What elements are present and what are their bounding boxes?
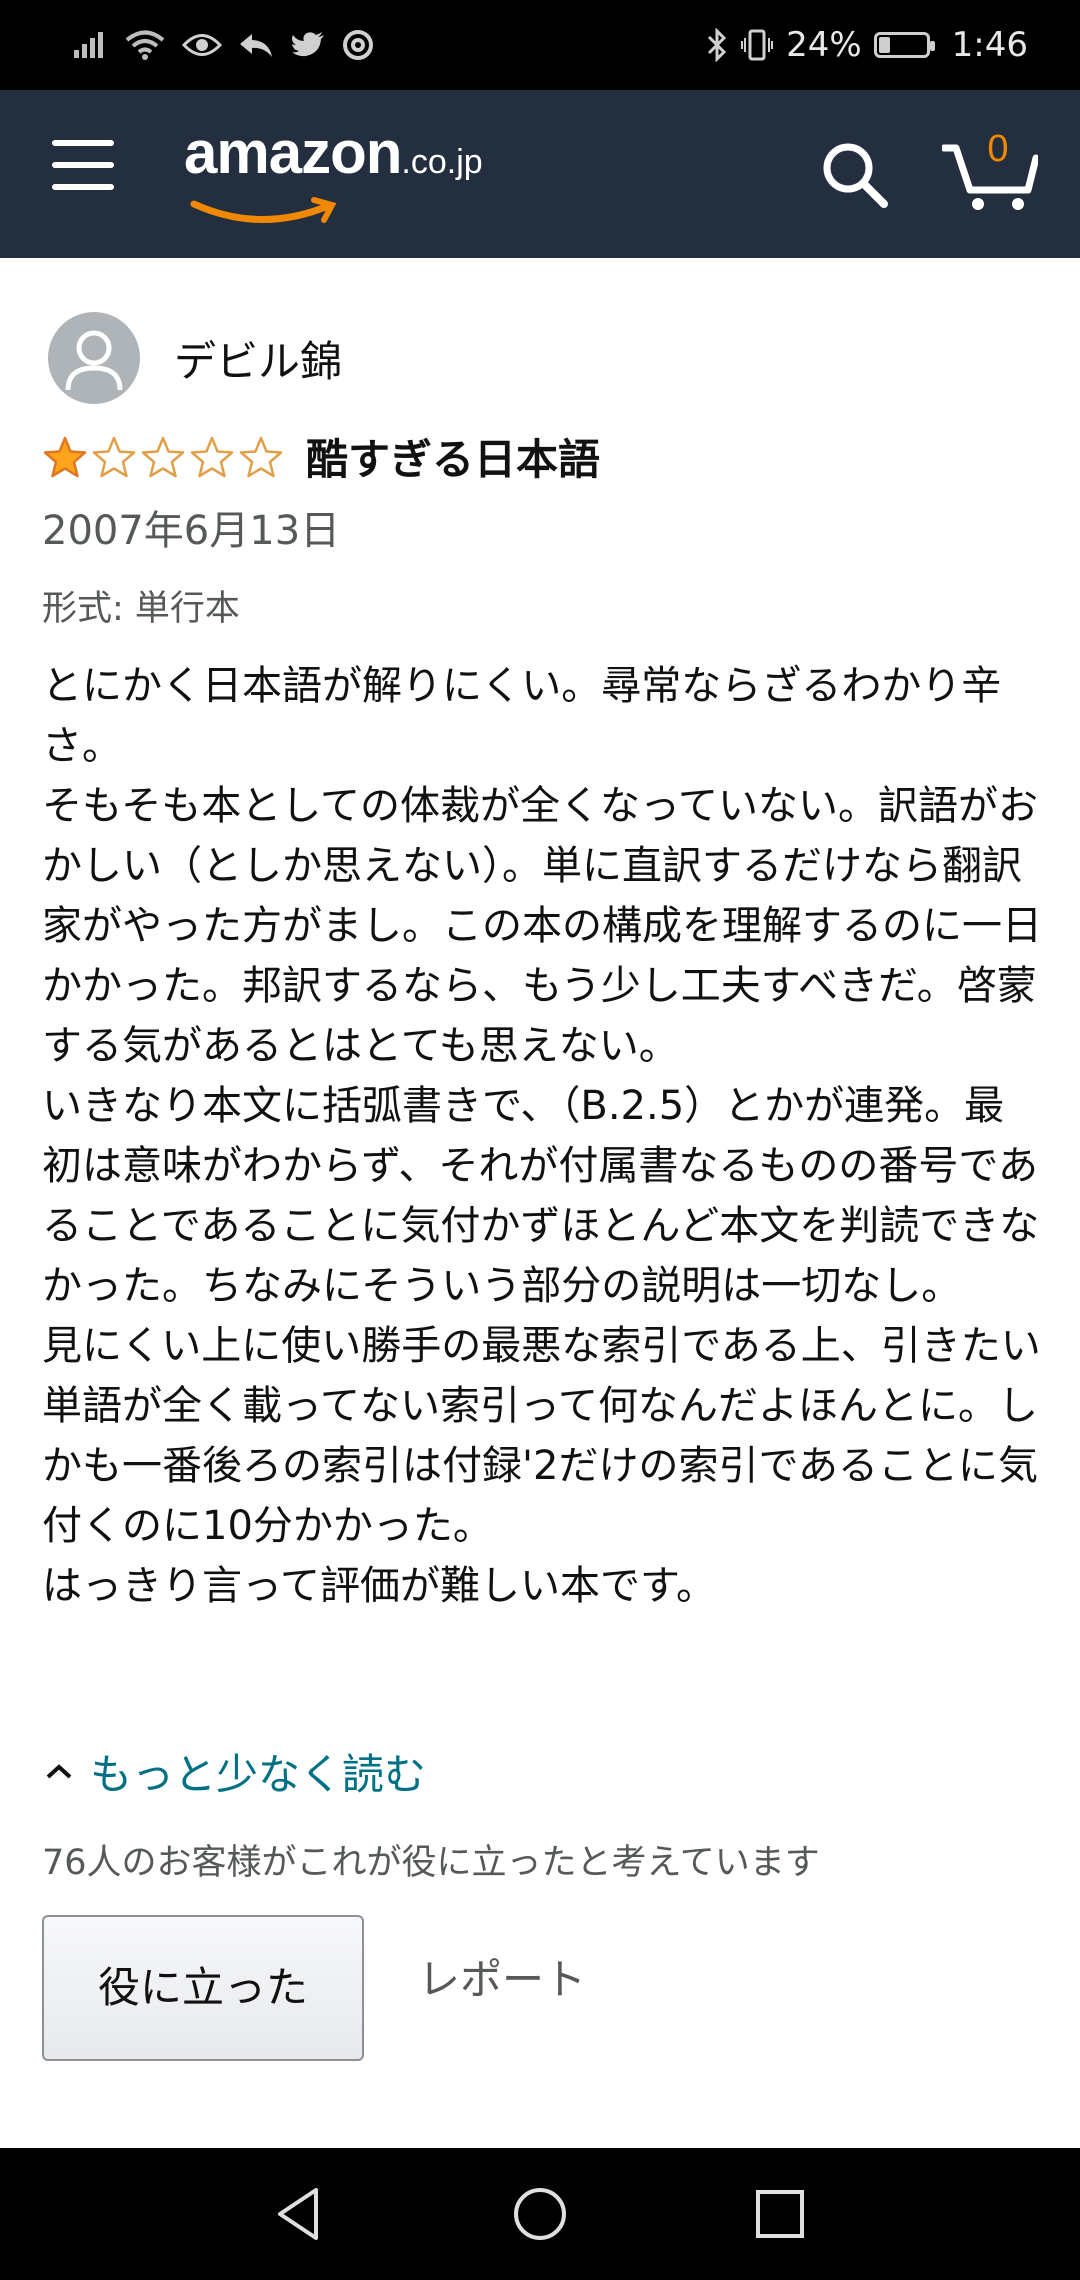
eye-icon (182, 30, 222, 60)
review-paragraph: そもそも本としての体裁が全くなっていない。訳語がおかしい（としか思えない）。単に… (42, 783, 1042, 1069)
menu-icon[interactable] (52, 140, 116, 192)
wifi-icon (124, 29, 166, 61)
system-nav-bar (0, 2148, 1080, 2280)
rating-row: 酷すぎる日本語 (42, 426, 600, 487)
review-paragraph: いきなり本文に括弧書きで、（B.2.5）とかが連発。最初は意味がわからず、それが… (42, 1083, 1040, 1309)
back-icon[interactable] (268, 2182, 332, 2246)
home-icon[interactable] (508, 2182, 572, 2246)
report-link[interactable]: レポート (418, 1946, 586, 2007)
vibrate-icon (740, 28, 774, 62)
battery-icon (873, 32, 935, 58)
smile-arrow-icon (190, 197, 337, 223)
reviewer-profile[interactable]: デビル錦 (48, 312, 342, 404)
status-icons-left (72, 29, 374, 61)
review-paragraph: とにかく日本語が解りにくい。尋常ならざるわかり辛さ。 (42, 663, 1002, 769)
read-less-link[interactable]: もっと少なく読む (42, 1741, 426, 1802)
star-rating (42, 435, 284, 479)
review-paragraph: はっきり言って評価が難しい本です。 (42, 1563, 716, 1609)
clock: 1:46 (951, 25, 1028, 65)
star-empty-icon (140, 435, 186, 479)
star-filled-icon (42, 435, 88, 479)
status-bar: 24% 1:46 (0, 0, 1080, 90)
review-format: 形式: 単行本 (42, 589, 240, 629)
app-header: amazon.co.jp 0 (0, 90, 1080, 258)
recents-icon[interactable] (748, 2182, 812, 2246)
battery-percent: 24% (786, 25, 862, 65)
reply-icon (238, 30, 274, 60)
chevron-up-icon (46, 1763, 72, 1778)
review-body: とにかく日本語が解りにくい。尋常ならざるわかり辛さ。 そもそも本としての体裁が全… (42, 656, 1042, 1616)
amazon-logo[interactable]: amazon.co.jp (184, 118, 483, 228)
screen: 24% 1:46 amazon.co.jp 0 デビル錦 酷すぎる日本語 200… (0, 0, 1080, 2280)
star-empty-icon (238, 435, 284, 479)
helpful-button[interactable]: 役に立った (42, 1915, 364, 2061)
helpful-button-label: 役に立った (97, 1963, 308, 2012)
cart-count: 0 (987, 128, 1009, 170)
mention-icon (342, 29, 374, 61)
logo-tld: .co.jp (401, 143, 483, 181)
avatar-icon (48, 312, 140, 404)
review-date: 2007年6月13日 (42, 508, 341, 554)
search-icon[interactable] (820, 140, 890, 210)
read-less-label: もっと少なく読む (90, 1750, 427, 1799)
status-icons-right: 24% 1:46 (706, 25, 1028, 65)
signal-icon (72, 30, 108, 60)
helpful-count: 76人のお客様がこれが役に立ったと考えています (42, 1843, 820, 1883)
bluetooth-icon (706, 28, 728, 62)
review-title: 酷すぎる日本語 (306, 435, 601, 484)
star-empty-icon (189, 435, 235, 479)
logo-word: amazon (184, 119, 402, 186)
cart-icon[interactable]: 0 (942, 128, 1038, 214)
review-paragraph: 見にくい上に使い勝手の最悪な索引である上、引きたい単語が全く載ってない索引って何… (42, 1323, 1041, 1549)
battery-level (878, 37, 890, 53)
star-empty-icon (91, 435, 137, 479)
twitter-icon (290, 30, 326, 60)
reviewer-name: デビル錦 (174, 336, 343, 386)
